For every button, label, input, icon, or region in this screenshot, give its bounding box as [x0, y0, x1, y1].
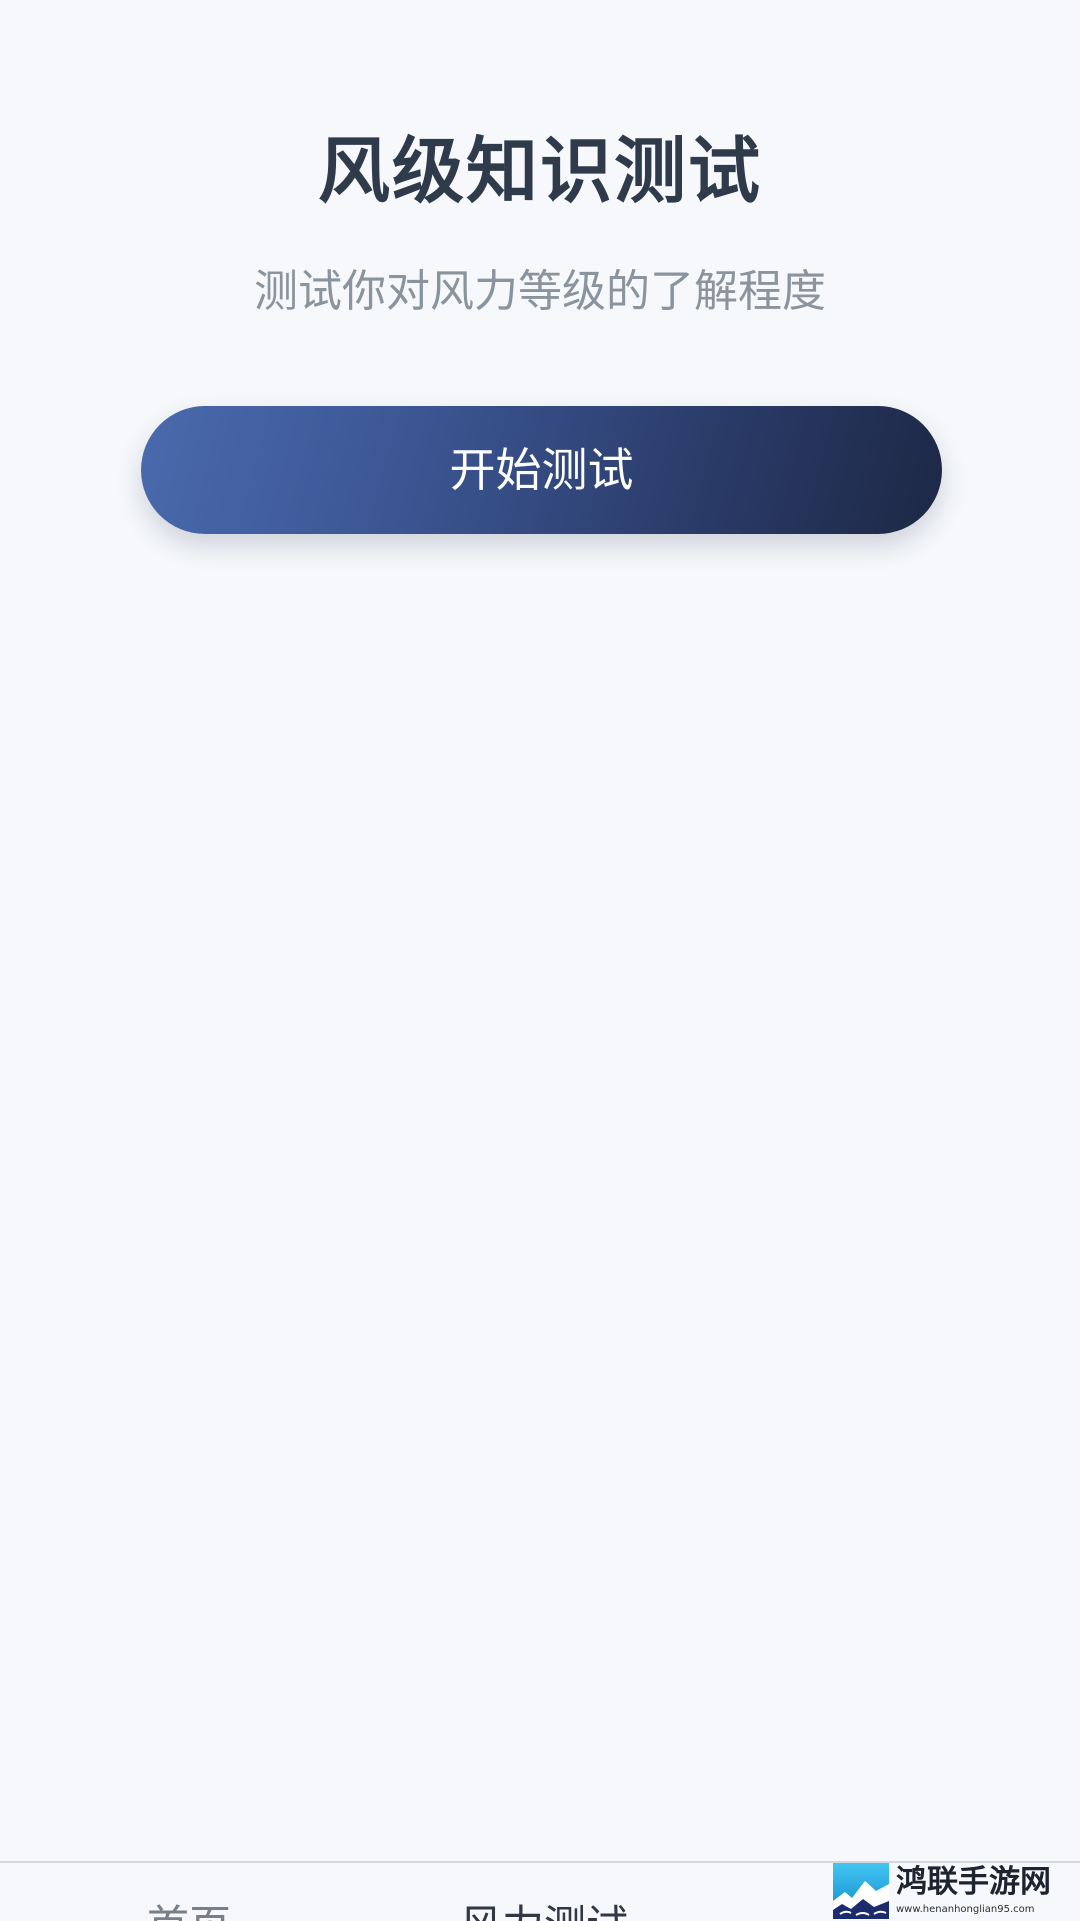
watermark-name: 鸿联手游网: [896, 1864, 1051, 1900]
watermark: 鸿联手游网 www.henanhonglian95.com: [833, 1863, 1080, 1921]
page-title: 风级知识测试: [317, 129, 762, 213]
tab-home[interactable]: 首页: [147, 1904, 231, 1921]
page-subtitle: 测试你对风力等级的了解程度: [254, 266, 826, 317]
tab-wind-test[interactable]: 风力测试: [460, 1904, 628, 1921]
quiz-start-screen: 风级知识测试 测试你对风力等级的了解程度 开始测试 首页 风力测试 鸿联手游网 …: [0, 0, 1080, 1921]
start-test-button[interactable]: 开始测试: [141, 406, 942, 534]
mountain-logo-icon: [833, 1863, 889, 1919]
watermark-url: www.henanhonglian95.com: [896, 1904, 1035, 1915]
